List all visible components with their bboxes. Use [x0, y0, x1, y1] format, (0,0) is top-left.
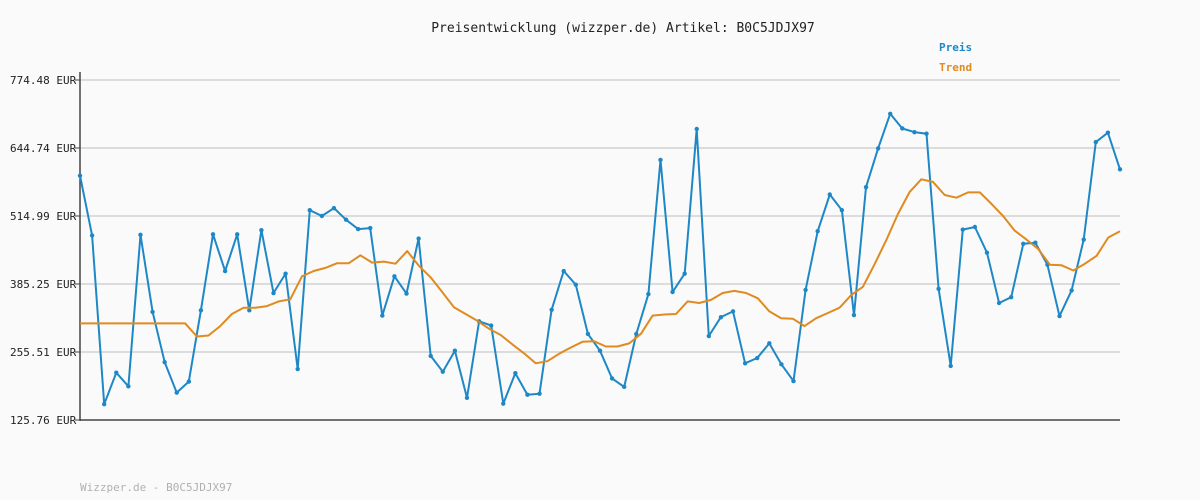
series-line-preis — [79, 112, 1121, 406]
data-point — [77, 173, 83, 178]
y-tick-label: 255.51 EUR — [10, 346, 77, 359]
data-point — [742, 361, 748, 366]
data-point — [1093, 139, 1099, 145]
data-point — [101, 401, 107, 407]
data-point — [1117, 167, 1123, 172]
data-point — [670, 289, 675, 295]
data-point — [222, 268, 228, 274]
data-point — [513, 371, 518, 376]
data-point — [972, 224, 978, 230]
data-point — [392, 274, 397, 279]
data-point — [501, 401, 506, 406]
data-point — [912, 129, 917, 135]
data-point — [464, 395, 470, 401]
data-point — [621, 384, 627, 390]
data-point — [380, 313, 385, 318]
data-point — [404, 291, 409, 296]
legend-trend: Trend — [939, 61, 972, 74]
y-tick-label: 774.48 EUR — [10, 74, 77, 87]
y-tick-label: 514.99 EUR — [10, 210, 77, 223]
data-point — [706, 333, 712, 339]
data-point — [452, 348, 458, 353]
data-point — [537, 391, 542, 396]
data-point — [646, 291, 651, 297]
data-point — [730, 309, 736, 314]
data-point — [259, 227, 264, 233]
data-point — [755, 355, 760, 361]
data-point — [960, 227, 965, 232]
y-tick-label: 644.74 EUR — [10, 142, 77, 155]
footer-credit: Wizzper.de - B0C5JDJX97 — [80, 481, 232, 494]
data-point — [984, 250, 990, 255]
data-point — [815, 228, 820, 234]
data-point — [138, 232, 143, 238]
data-point — [114, 370, 119, 375]
data-point — [888, 111, 893, 116]
data-point — [331, 205, 337, 211]
data-point — [416, 236, 421, 241]
data-point — [900, 126, 905, 131]
data-point — [1081, 237, 1086, 242]
series-line-trend — [80, 178, 1121, 365]
data-point — [1021, 241, 1026, 246]
data-point — [235, 232, 240, 237]
data-point — [875, 146, 881, 151]
data-point — [343, 217, 349, 222]
y-tick-label: 385.25 EUR — [10, 278, 77, 291]
y-axis-ticks: 774.48 EUR 644.74 EUR 514.99 EUR 385.25 EUR… — [10, 74, 80, 427]
data-point — [1069, 288, 1074, 293]
data-point — [597, 348, 603, 353]
data-point — [767, 341, 772, 346]
data-point — [89, 233, 95, 238]
data-point — [936, 286, 941, 292]
legend: Preis Trend — [939, 41, 972, 74]
y-tick-label: 125.76 EUR — [10, 414, 77, 427]
data-point — [573, 282, 579, 287]
data-point — [355, 226, 361, 232]
chart-title: Preisentwicklung (wizzper.de) Artikel: B… — [431, 21, 815, 36]
data-point — [1008, 295, 1014, 300]
data-point — [863, 184, 869, 190]
data-point — [162, 360, 167, 365]
series-group — [77, 111, 1123, 407]
data-point — [307, 208, 312, 213]
data-point — [126, 384, 131, 389]
data-point — [791, 378, 796, 384]
legend-preis: Preis — [939, 41, 972, 54]
data-point — [525, 392, 530, 397]
data-point — [803, 287, 808, 293]
data-point — [609, 376, 615, 381]
data-point — [319, 213, 325, 219]
data-point — [186, 379, 192, 384]
data-point — [839, 208, 845, 213]
data-point — [779, 362, 784, 367]
data-point — [924, 131, 929, 136]
data-point — [488, 323, 494, 328]
data-point — [682, 271, 687, 276]
data-point — [549, 307, 554, 313]
price-chart: Preisentwicklung (wizzper.de) Artikel: B… — [10, 21, 1123, 494]
data-point — [1105, 130, 1111, 135]
data-point — [585, 331, 591, 337]
data-point — [247, 308, 252, 313]
data-point — [827, 192, 832, 197]
data-point — [718, 314, 724, 320]
data-point — [948, 363, 953, 369]
data-point — [295, 366, 300, 372]
data-point — [368, 225, 373, 231]
data-point — [174, 390, 179, 395]
data-point — [1057, 313, 1062, 319]
data-point — [694, 126, 699, 132]
data-point — [561, 268, 566, 274]
data-point — [271, 290, 276, 296]
data-point — [198, 308, 204, 313]
data-point — [851, 312, 857, 318]
data-point — [283, 271, 288, 276]
data-point — [658, 157, 663, 163]
data-point — [996, 300, 1002, 306]
data-point — [440, 369, 445, 374]
data-point — [210, 232, 216, 237]
data-point — [428, 353, 433, 359]
data-point — [150, 309, 155, 315]
